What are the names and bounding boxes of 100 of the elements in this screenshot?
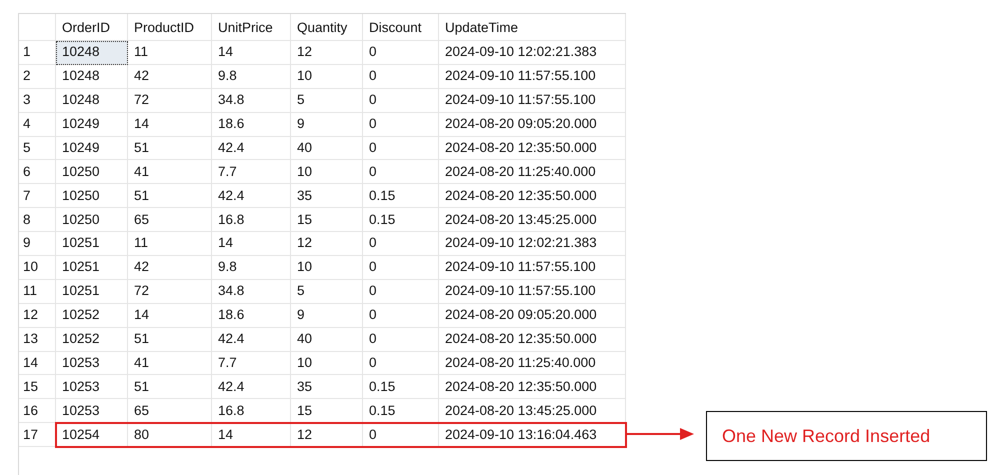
table-cell: 10253 (56, 352, 128, 376)
table-cell: 9.8 (212, 64, 291, 89)
table-cell: 0 (363, 352, 439, 376)
table-cell: 2024-08-20 09:05:20.000 (439, 112, 626, 137)
row-number: 4 (19, 112, 56, 137)
table-cell: 72 (128, 280, 212, 304)
column-header[interactable]: UpdateTime (439, 14, 626, 41)
row-number: 14 (19, 352, 56, 376)
table-cell: 10248 (56, 41, 128, 65)
column-header[interactable]: UnitPrice (212, 14, 291, 41)
table-cell: 80 (128, 423, 212, 448)
table-cell: 0 (363, 423, 439, 448)
table-cell: 0 (363, 160, 439, 184)
table-cell: 0 (363, 280, 439, 304)
row-number: 17 (19, 423, 56, 448)
table-cell: 34.8 (212, 280, 291, 304)
table-cell: 42.4 (212, 375, 291, 400)
table-cell: 2024-08-20 09:05:20.000 (439, 304, 626, 328)
table-cell: 0.15 (363, 399, 439, 424)
table-cell: 2024-09-10 11:57:55.100 (439, 64, 626, 89)
row-number: 5 (19, 136, 56, 160)
table-cell: 10251 (56, 256, 128, 280)
table-cell: 2024-09-10 11:57:55.100 (439, 88, 626, 113)
table-cell: 72 (128, 88, 212, 113)
table-cell: 0.15 (363, 375, 439, 400)
table-cell: 0 (363, 328, 439, 352)
arrow-icon (626, 427, 696, 441)
table-cell: 0 (363, 304, 439, 328)
table-cell: 35 (291, 184, 363, 208)
table-cell: 0.15 (363, 208, 439, 232)
table-cell: 2024-09-10 11:57:55.100 (439, 280, 626, 304)
table-cell: 0 (363, 232, 439, 256)
row-number: 3 (19, 88, 56, 113)
row-number: 11 (19, 280, 56, 304)
table-cell: 2024-08-20 12:35:50.000 (439, 136, 626, 160)
table-cell: 10 (291, 256, 363, 280)
table-cell: 41 (128, 160, 212, 184)
callout-label: One New Record Inserted (706, 411, 987, 461)
table-cell: 0 (363, 136, 439, 160)
table-cell: 16.8 (212, 208, 291, 232)
table-cell: 10251 (56, 232, 128, 256)
table-cell: 0 (363, 112, 439, 137)
table-cell: 10250 (56, 208, 128, 232)
table-cell: 10250 (56, 184, 128, 208)
row-number: 2 (19, 64, 56, 89)
table-cell: 9.8 (212, 256, 291, 280)
table-cell: 10252 (56, 304, 128, 328)
table-cell: 15 (291, 208, 363, 232)
table-cell: 12 (291, 423, 363, 448)
table-cell: 2024-08-20 11:25:40.000 (439, 160, 626, 184)
table-cell: 18.6 (212, 112, 291, 137)
row-number: 13 (19, 328, 56, 352)
table-cell: 40 (291, 328, 363, 352)
table-cell: 15 (291, 399, 363, 424)
table-cell: 10248 (56, 88, 128, 113)
table-cell: 2024-08-20 12:35:50.000 (439, 375, 626, 400)
row-number: 16 (19, 399, 56, 424)
table-cell: 11 (128, 41, 212, 65)
table-cell: 14 (212, 232, 291, 256)
table-cell: 42.4 (212, 184, 291, 208)
column-header[interactable]: Discount (363, 14, 439, 41)
table-cell: 10252 (56, 328, 128, 352)
table-cell: 14 (212, 423, 291, 448)
row-number: 10 (19, 256, 56, 280)
table-cell: 65 (128, 208, 212, 232)
table-cell: 14 (128, 304, 212, 328)
table-cell: 0 (363, 88, 439, 113)
table-cell: 0 (363, 41, 439, 65)
table-cell: 65 (128, 399, 212, 424)
table-cell: 7.7 (212, 352, 291, 376)
table-cell: 2024-08-20 13:45:25.000 (439, 399, 626, 424)
table-cell: 14 (128, 112, 212, 137)
table-cell: 2024-08-20 12:35:50.000 (439, 328, 626, 352)
row-number: 15 (19, 375, 56, 400)
row-number: 12 (19, 304, 56, 328)
table-cell: 2024-09-10 11:57:55.100 (439, 256, 626, 280)
table-cell: 10249 (56, 112, 128, 137)
table-cell: 42 (128, 64, 212, 89)
table-cell: 0.15 (363, 184, 439, 208)
table-cell: 42.4 (212, 136, 291, 160)
table-cell: 10253 (56, 375, 128, 400)
table-cell: 34.8 (212, 88, 291, 113)
table-cell: 9 (291, 112, 363, 137)
table-cell: 10 (291, 352, 363, 376)
table-cell: 12 (291, 232, 363, 256)
column-header[interactable]: Quantity (291, 14, 363, 41)
table-cell: 10248 (56, 64, 128, 89)
table-cell: 51 (128, 184, 212, 208)
row-number: 8 (19, 208, 56, 232)
table-cell: 10249 (56, 136, 128, 160)
table-cell: 0 (363, 256, 439, 280)
table-cell: 2024-09-10 12:02:21.383 (439, 232, 626, 256)
table-cell: 5 (291, 88, 363, 113)
table-cell: 14 (212, 41, 291, 65)
column-header[interactable]: ProductID (128, 14, 212, 41)
table-cell: 2024-09-10 13:16:04.463 (439, 423, 626, 448)
table-cell: 51 (128, 136, 212, 160)
table-cell: 11 (128, 232, 212, 256)
table-cell: 10254 (56, 423, 128, 448)
table-cell: 40 (291, 136, 363, 160)
